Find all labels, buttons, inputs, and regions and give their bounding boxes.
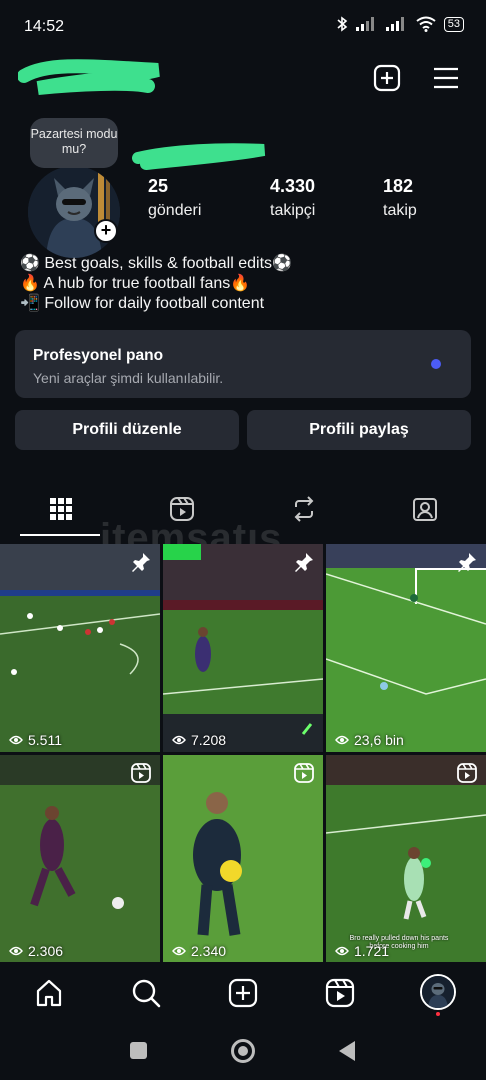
add-story-button[interactable]: + <box>94 219 118 243</box>
notification-dot <box>436 1012 440 1016</box>
home-button-dot <box>238 1046 248 1056</box>
stat-following-label: takip <box>383 202 417 219</box>
pin-icon <box>132 553 150 572</box>
avatar[interactable] <box>28 166 120 258</box>
bluetooth-icon <box>337 16 348 32</box>
status-time: 14:52 <box>24 18 65 35</box>
grid-icon <box>49 498 72 520</box>
stat-followers-label: takipçi <box>270 202 316 219</box>
dashboard-title: Profesyonel pano <box>33 347 164 364</box>
eye-icon <box>172 946 186 956</box>
post-views: 2.306 <box>9 943 63 959</box>
bio-line: 📲 Follow for daily football content <box>20 295 265 312</box>
tagged-icon <box>412 498 437 521</box>
back-button[interactable] <box>338 1040 356 1062</box>
bio: ⚽ Best goals, skills & football edits⚽ 🔥… <box>20 254 292 314</box>
wifi-icon <box>416 16 436 32</box>
bio-line: 🔥 A hub for true football fans🔥 <box>20 275 251 292</box>
create-icon <box>228 978 258 1008</box>
pin-icon <box>458 553 476 572</box>
post-thumbnail <box>326 544 486 752</box>
stat-followers[interactable]: 4.330 takipçi <box>270 176 315 220</box>
nav-search[interactable] <box>129 976 163 1010</box>
signal-icon <box>355 17 374 31</box>
home-button[interactable] <box>231 1039 255 1063</box>
stat-posts-count: 25 <box>148 176 169 196</box>
bottom-navigation <box>0 962 486 1024</box>
bio-line: ⚽ Best goals, skills & football edits⚽ <box>20 255 292 272</box>
post-views: 1.721 <box>335 943 389 959</box>
home-icon <box>36 979 62 1007</box>
post-tile[interactable]: 5.511 <box>0 544 160 752</box>
recent-apps-button[interactable] <box>130 1042 147 1059</box>
signal-icon-2 <box>385 17 404 31</box>
post-thumbnail <box>163 755 323 962</box>
stat-following-count: 182 <box>383 176 414 196</box>
post-tile[interactable]: 7.208 <box>163 544 323 752</box>
menu-button[interactable] <box>430 62 462 94</box>
status-bar: 14:52 53 <box>0 0 486 52</box>
professional-dashboard[interactable]: Profesyonel pano Yeni araçlar şimdi kull… <box>15 330 471 398</box>
post-views-count: 23,6 bin <box>354 732 404 748</box>
reel-icon <box>457 763 477 783</box>
post-views: 5.511 <box>9 732 62 748</box>
search-icon <box>132 979 161 1008</box>
notification-dot <box>431 359 441 369</box>
post-views: 7.208 <box>172 732 226 748</box>
post-tile[interactable]: Bro really pulled down his pants before … <box>326 755 486 962</box>
system-navigation <box>0 1024 486 1080</box>
name-redaction <box>132 143 266 170</box>
nav-profile-avatar[interactable] <box>420 974 456 1010</box>
nav-create[interactable] <box>226 976 260 1010</box>
post-views-count: 2.306 <box>28 943 64 959</box>
nav-reels[interactable] <box>323 976 357 1010</box>
post-views-count: 1.721 <box>354 943 390 959</box>
create-post-button[interactable] <box>371 62 403 94</box>
post-views: 2.340 <box>172 943 226 959</box>
plus-square-icon <box>373 64 401 92</box>
pin-icon <box>295 553 313 572</box>
edit-profile-button[interactable]: Profili düzenle <box>15 410 239 450</box>
profile-header: Pazartesi modu mu? + 25 gönderi 4.330 ta… <box>0 112 486 322</box>
reel-icon <box>131 763 151 783</box>
post-views-count: 5.511 <box>28 732 62 748</box>
battery-indicator: 53 <box>443 16 464 32</box>
top-bar <box>0 52 486 108</box>
stat-posts[interactable]: 25 gönderi <box>148 176 201 220</box>
eye-icon <box>172 735 186 745</box>
nav-home[interactable] <box>32 976 66 1010</box>
post-thumbnail <box>163 544 323 752</box>
post-tile[interactable]: 2.340 <box>163 755 323 962</box>
note-text: Pazartesi modu mu? <box>30 127 118 156</box>
post-thumbnail <box>326 755 486 962</box>
eye-icon <box>335 946 349 956</box>
username-redaction <box>18 59 160 95</box>
note-bubble[interactable]: Pazartesi modu mu? <box>30 118 118 168</box>
eye-icon <box>9 946 23 956</box>
stat-following[interactable]: 182 takip <box>383 176 417 220</box>
reel-icon <box>294 763 314 783</box>
repost-icon <box>294 496 313 522</box>
stat-followers-count: 4.330 <box>270 176 316 196</box>
post-tile[interactable]: 23,6 bin <box>326 544 486 752</box>
hamburger-icon <box>434 67 458 89</box>
post-views-count: 2.340 <box>191 943 227 959</box>
eye-icon <box>335 735 349 745</box>
status-icons: 53 <box>336 16 464 32</box>
avatar-image <box>422 976 454 1008</box>
post-views-count: 7.208 <box>191 732 227 748</box>
post-thumbnail <box>0 755 160 962</box>
reels-icon <box>325 978 355 1008</box>
active-tab-indicator <box>20 534 100 536</box>
stat-posts-label: gönderi <box>148 202 202 219</box>
post-thumbnail <box>0 544 160 752</box>
avatar-image <box>28 166 120 258</box>
tab-tagged[interactable] <box>364 482 485 536</box>
post-views: 23,6 bin <box>335 732 404 748</box>
posts-grid: 5.511 7.208 23,6 bin 2.306 2.340 Bro rea… <box>0 544 486 962</box>
dashboard-subtitle: Yeni araçlar şimdi kullanılabilir. <box>33 370 224 386</box>
eye-icon <box>9 735 23 745</box>
share-profile-button[interactable]: Profili paylaş <box>247 410 471 450</box>
post-tile[interactable]: 2.306 <box>0 755 160 962</box>
